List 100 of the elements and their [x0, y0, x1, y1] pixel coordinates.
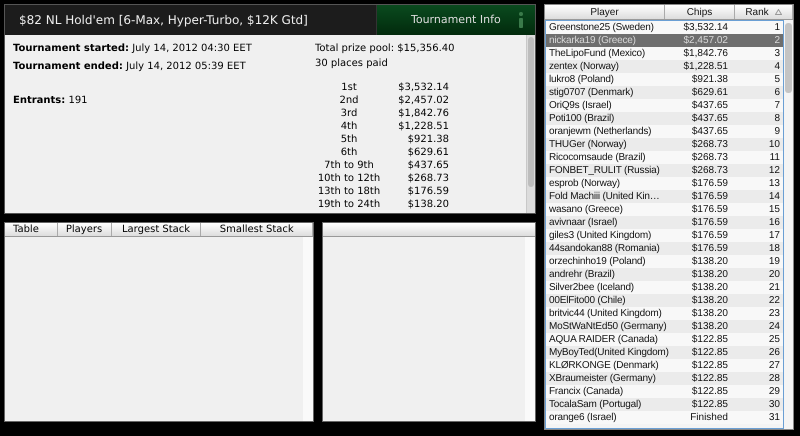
player-row[interactable]: lukro8 (Poland) $921.38 5: [546, 73, 783, 86]
player-name: orzechinho19 (Poland): [548, 256, 646, 266]
player-name: orange6 (Israel): [548, 412, 618, 422]
player-rank: 10: [768, 140, 781, 150]
player-row[interactable]: orange6 (Israel) Finished 31: [546, 411, 783, 424]
player-row[interactable]: andrehr (Brazil) $138.20 20: [546, 268, 783, 281]
player-rank: 14: [768, 192, 781, 202]
player-row[interactable]: Francix (Canada) $122.85 29: [546, 385, 783, 398]
payout-amount: $268.73: [406, 172, 449, 186]
tournament-info-tab[interactable]: Tournament Info: [377, 5, 535, 35]
player-row[interactable]: OriQ9s (Israel) $437.65 7: [546, 99, 783, 112]
player-rank: 30: [768, 400, 781, 410]
player-row[interactable]: britvic44 (United Kingdom) $138.20 23: [546, 307, 783, 320]
payout-place: 13th to 18th: [316, 185, 382, 199]
player-chips: $138.20: [674, 296, 728, 306]
player-name: esprob (Norway): [548, 178, 621, 188]
player-name: XBraumeister (Germany): [548, 374, 657, 384]
player-name: Greenstone25 (Sweden): [548, 22, 655, 32]
player-row[interactable]: nickarka19 (Greece) $2,457.02 2: [546, 34, 783, 47]
payout-amount: $629.61: [406, 146, 449, 160]
player-name: stig0707 (Denmark): [548, 88, 634, 98]
player-chips: $138.20: [674, 270, 728, 280]
player-row[interactable]: wasano (Greece) $176.59 15: [546, 203, 783, 216]
player-name: Fold Machiii (United Kin…: [548, 192, 661, 202]
player-name: giles3 (United Kingdom): [548, 230, 652, 240]
column-header[interactable]: Chips: [665, 5, 735, 19]
player-rank: 22: [768, 296, 781, 306]
player-chips: $122.85: [674, 360, 728, 370]
start-time-text: Tournament started: July 14, 2012 04:30 EET: [13, 42, 253, 56]
player-name: oranjewm (Netherlands): [548, 126, 652, 136]
player-rank: 6: [773, 88, 781, 98]
player-row[interactable]: KLØRKONGE (Denmark) $122.85 27: [546, 359, 783, 372]
player-row[interactable]: 00ElFito00 (Chile) $138.20 22: [546, 294, 783, 307]
payout-amount: $3,532.14: [397, 81, 449, 95]
player-chips: $921.38: [674, 74, 728, 84]
column-header[interactable]: Smallest Stack: [201, 223, 313, 236]
player-row[interactable]: XBraumeister (Germany) $122.85 28: [546, 372, 783, 385]
column-header[interactable]: Table: [5, 223, 58, 236]
player-rank: 31: [768, 412, 781, 422]
scrollbar[interactable]: [526, 35, 535, 213]
player-row[interactable]: esprob (Norway) $176.59 13: [546, 177, 783, 190]
payout-amount: $138.20: [406, 198, 449, 212]
player-row[interactable]: orzechinho19 (Poland) $138.20 19: [546, 255, 783, 268]
column-header[interactable]: Players: [58, 223, 112, 236]
player-row[interactable]: MyBoyTed(United Kingdom) $122.85 26: [546, 346, 783, 359]
player-row[interactable]: FONBET_RULIT (Russia) $268.73 12: [546, 164, 783, 177]
player-row[interactable]: Ricocomsaude (Brazil) $268.73 11: [546, 151, 783, 164]
player-chips: $176.59: [674, 178, 728, 188]
player-row[interactable]: AQUA RAIDER (Canada) $122.85 25: [546, 333, 783, 346]
player-rank: 7: [773, 100, 781, 110]
player-rank: 9: [773, 126, 781, 136]
player-rank: 19: [768, 256, 781, 266]
player-chips: $138.20: [674, 256, 728, 266]
player-row[interactable]: Silver2bee (Iceland) $138.20 21: [546, 281, 783, 294]
player-row[interactable]: stig0707 (Denmark) $629.61 6: [546, 86, 783, 99]
player-chips: $138.20: [674, 308, 728, 318]
column-header[interactable]: Largest Stack: [112, 223, 202, 236]
player-name: OriQ9s (Israel): [548, 100, 613, 110]
player-row[interactable]: MoStWaNtEd50 (Germany) $138.20 24: [546, 320, 783, 333]
player-rank: 17: [768, 230, 781, 240]
player-rank: 16: [768, 218, 781, 228]
player-row[interactable]: Poti100 (Brazil) $437.65 8: [546, 112, 783, 125]
player-name: 00ElFito00 (Chile): [548, 296, 626, 306]
payout-place: 5th: [340, 133, 358, 147]
player-chips: $176.59: [674, 192, 728, 202]
player-row[interactable]: TheLipoFund (Mexico) $1,842.76 3: [546, 47, 783, 60]
player-row[interactable]: Fold Machiii (United Kin… $176.59 14: [546, 190, 783, 203]
player-name: britvic44 (United Kingdom): [548, 308, 663, 318]
player-rank: 3: [773, 48, 781, 58]
entrants-text: Entrants: 191: [13, 94, 89, 108]
player-name: Francix (Canada): [548, 386, 624, 396]
player-chips: $138.20: [674, 282, 728, 292]
player-row[interactable]: oranjewm (Netherlands) $437.65 9: [546, 125, 783, 138]
scrollbar-track[interactable]: [303, 237, 313, 421]
places-paid-text: 30 places paid: [315, 57, 389, 71]
player-row[interactable]: THUGer (Norway) $268.73 10: [546, 138, 783, 151]
player-name: TocalaSam (Portugal): [548, 400, 642, 410]
player-row[interactable]: TocalaSam (Portugal) $122.85 30: [546, 398, 783, 411]
column-header[interactable]: Rank: [735, 5, 793, 19]
player-row[interactable]: Greenstone25 (Sweden) $3,532.14 1: [546, 21, 783, 34]
player-name: Poti100 (Brazil): [548, 114, 616, 124]
player-row[interactable]: avivnaar (Israel) $176.59 16: [546, 216, 783, 229]
info-icon: [517, 11, 525, 29]
player-row[interactable]: zentex (Norway) $1,228.51 4: [546, 60, 783, 73]
player-row[interactable]: 44sandokan88 (Romania) $176.59 18: [546, 242, 783, 255]
payout-place: 7th to 9th: [323, 159, 375, 173]
player-name: andrehr (Brazil): [548, 270, 616, 280]
player-rank: 18: [768, 244, 781, 254]
player-chips: $268.73: [674, 152, 728, 162]
player-rank: 4: [773, 62, 781, 72]
player-chips: $2,457.02: [674, 36, 728, 46]
player-row[interactable]: giles3 (United Kingdom) $176.59 17: [546, 229, 783, 242]
player-rank: 12: [768, 166, 781, 176]
scrollbar-track[interactable]: [525, 237, 535, 421]
player-name: nickarka19 (Greece): [548, 36, 637, 46]
player-chips: $122.85: [674, 386, 728, 396]
player-rank: 29: [768, 386, 781, 396]
column-header[interactable]: Player: [545, 5, 665, 19]
prize-pool-text: Total prize pool: $15,356.40: [315, 42, 456, 56]
player-chips: $437.65: [674, 100, 728, 110]
